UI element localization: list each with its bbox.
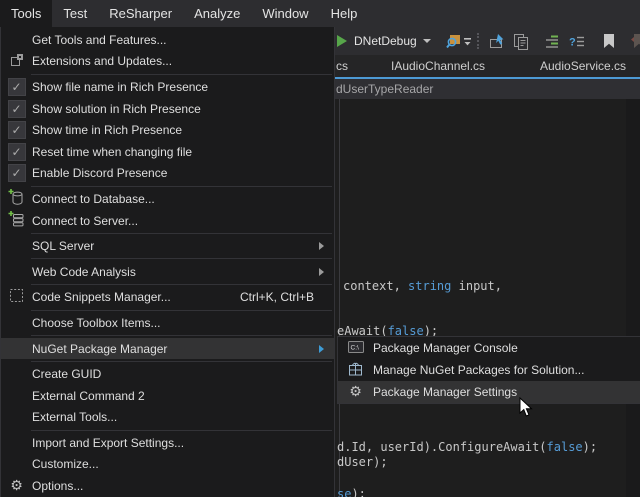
toggle-bookmark-icon[interactable] (600, 32, 618, 50)
menu-item-connect-to-server[interactable]: Connect to Server... (1, 210, 334, 232)
nuget-submenu: C:\ Package Manager Console Manage NuGet… (337, 336, 640, 404)
submenu-item-package-manager-settings[interactable]: ⚙ Package Manager Settings (338, 381, 640, 403)
submenu-arrow-icon (319, 268, 324, 276)
menu-item-web-code-analysis[interactable]: Web Code Analysis (1, 261, 334, 283)
menu-item-show-solution[interactable]: ✓ Show solution in Rich Presence (1, 98, 334, 120)
menu-item-code-snippets-manager[interactable]: Code Snippets Manager... Ctrl+K, Ctrl+B (1, 287, 334, 309)
menu-item-import-export-settings[interactable]: Import and Export Settings... (1, 432, 334, 454)
start-debug-icon[interactable] (337, 35, 347, 47)
package-icon (348, 361, 363, 379)
svg-text:?: ? (569, 36, 576, 48)
extensions-icon (9, 52, 25, 71)
format-document-icon[interactable] (544, 32, 562, 50)
checkmark-icon: ✓ (8, 164, 26, 182)
code-line: dUser); (337, 455, 388, 470)
submenu-arrow-icon (319, 345, 324, 353)
mouse-cursor (519, 397, 533, 418)
menu-item-show-file-name[interactable]: ✓ Show file name in Rich Presence (1, 76, 334, 98)
menu-item-get-tools-and-features[interactable]: Get Tools and Features... (1, 29, 334, 51)
copy-lines-icon[interactable] (512, 32, 530, 50)
gear-icon: ⚙ (349, 385, 362, 399)
submenu-item-package-manager-console[interactable]: C:\ Package Manager Console (338, 337, 640, 359)
svg-text:C:\: C:\ (350, 344, 359, 351)
code-snippets-icon (9, 288, 24, 306)
previous-bookmark-icon-disabled[interactable] (629, 32, 640, 50)
menubar-item-test[interactable]: Test (52, 0, 98, 27)
code-line: d.Id, userId).ConfigureAwait(false); (337, 440, 597, 455)
menu-item-nuget-package-manager[interactable]: NuGet Package Manager (1, 338, 334, 360)
tools-menu: Get Tools and Features... Extensions and… (0, 27, 335, 497)
submenu-arrow-icon (319, 242, 324, 250)
console-icon: C:\ (348, 340, 364, 357)
find-in-files-icon[interactable] (445, 32, 463, 50)
vs-window: Tools Test ReSharper Analyze Window Help… (0, 0, 640, 497)
code-line: context, string input, (343, 279, 502, 294)
shortcut-label: Ctrl+K, Ctrl+B (240, 290, 314, 304)
checkmark-icon: ✓ (8, 100, 26, 118)
editor-scrollbar[interactable] (626, 99, 640, 497)
menu-item-external-command-2[interactable]: External Command 2 (1, 385, 334, 407)
toolbar-grip-handle[interactable] (477, 33, 479, 49)
run-configuration-label[interactable]: DNetDebug (354, 34, 417, 48)
menu-item-show-time[interactable]: ✓ Show time in Rich Presence (1, 119, 334, 141)
menu-item-options[interactable]: ⚙ Options... (1, 475, 334, 497)
run-config-dropdown-icon[interactable] (423, 39, 431, 43)
menu-item-create-guid[interactable]: Create GUID (1, 363, 334, 385)
menubar-item-help[interactable]: Help (320, 0, 369, 27)
code-line: se); (337, 487, 366, 497)
tab-clipped[interactable]: cs (336, 55, 348, 77)
menubar-item-tools[interactable]: Tools (0, 0, 52, 27)
tab-iaudiochannel[interactable]: IAudioChannel.cs (391, 55, 485, 77)
submenu-item-manage-nuget-packages[interactable]: Manage NuGet Packages for Solution... (338, 359, 640, 381)
checkmark-icon: ✓ (8, 121, 26, 139)
menu-item-choose-toolbox-items[interactable]: Choose Toolbox Items... (1, 312, 334, 334)
menubar-item-window[interactable]: Window (251, 0, 319, 27)
menu-item-extensions-and-updates[interactable]: Extensions and Updates... (1, 51, 334, 73)
checkmark-icon: ✓ (8, 143, 26, 161)
menu-item-external-tools[interactable]: External Tools... (1, 407, 334, 429)
find-options-dropdown-icon[interactable] (463, 32, 473, 50)
breadcrumb[interactable]: dUserTypeReader (336, 82, 433, 96)
menu-item-reset-time[interactable]: ✓ Reset time when changing file (1, 141, 334, 163)
checkmark-icon: ✓ (8, 78, 26, 96)
tab-audioservice[interactable]: AudioService.cs (540, 55, 626, 77)
navigate-to-icon[interactable] (489, 32, 507, 50)
database-add-icon (8, 189, 25, 209)
menubar: Tools Test ReSharper Analyze Window Help (0, 0, 640, 27)
menubar-item-analyze[interactable]: Analyze (183, 0, 251, 27)
menu-item-customize[interactable]: Customize... (1, 454, 334, 476)
gear-icon: ⚙ (10, 479, 23, 493)
server-add-icon (8, 211, 25, 231)
menubar-item-resharper[interactable]: ReSharper (98, 0, 183, 27)
menu-item-sql-server[interactable]: SQL Server (1, 235, 334, 257)
sort-usings-icon[interactable]: ? (568, 32, 586, 50)
indent-guide (339, 99, 340, 497)
menu-item-connect-to-database[interactable]: Connect to Database... (1, 188, 334, 210)
menu-item-enable-discord-presence[interactable]: ✓ Enable Discord Presence (1, 163, 334, 185)
